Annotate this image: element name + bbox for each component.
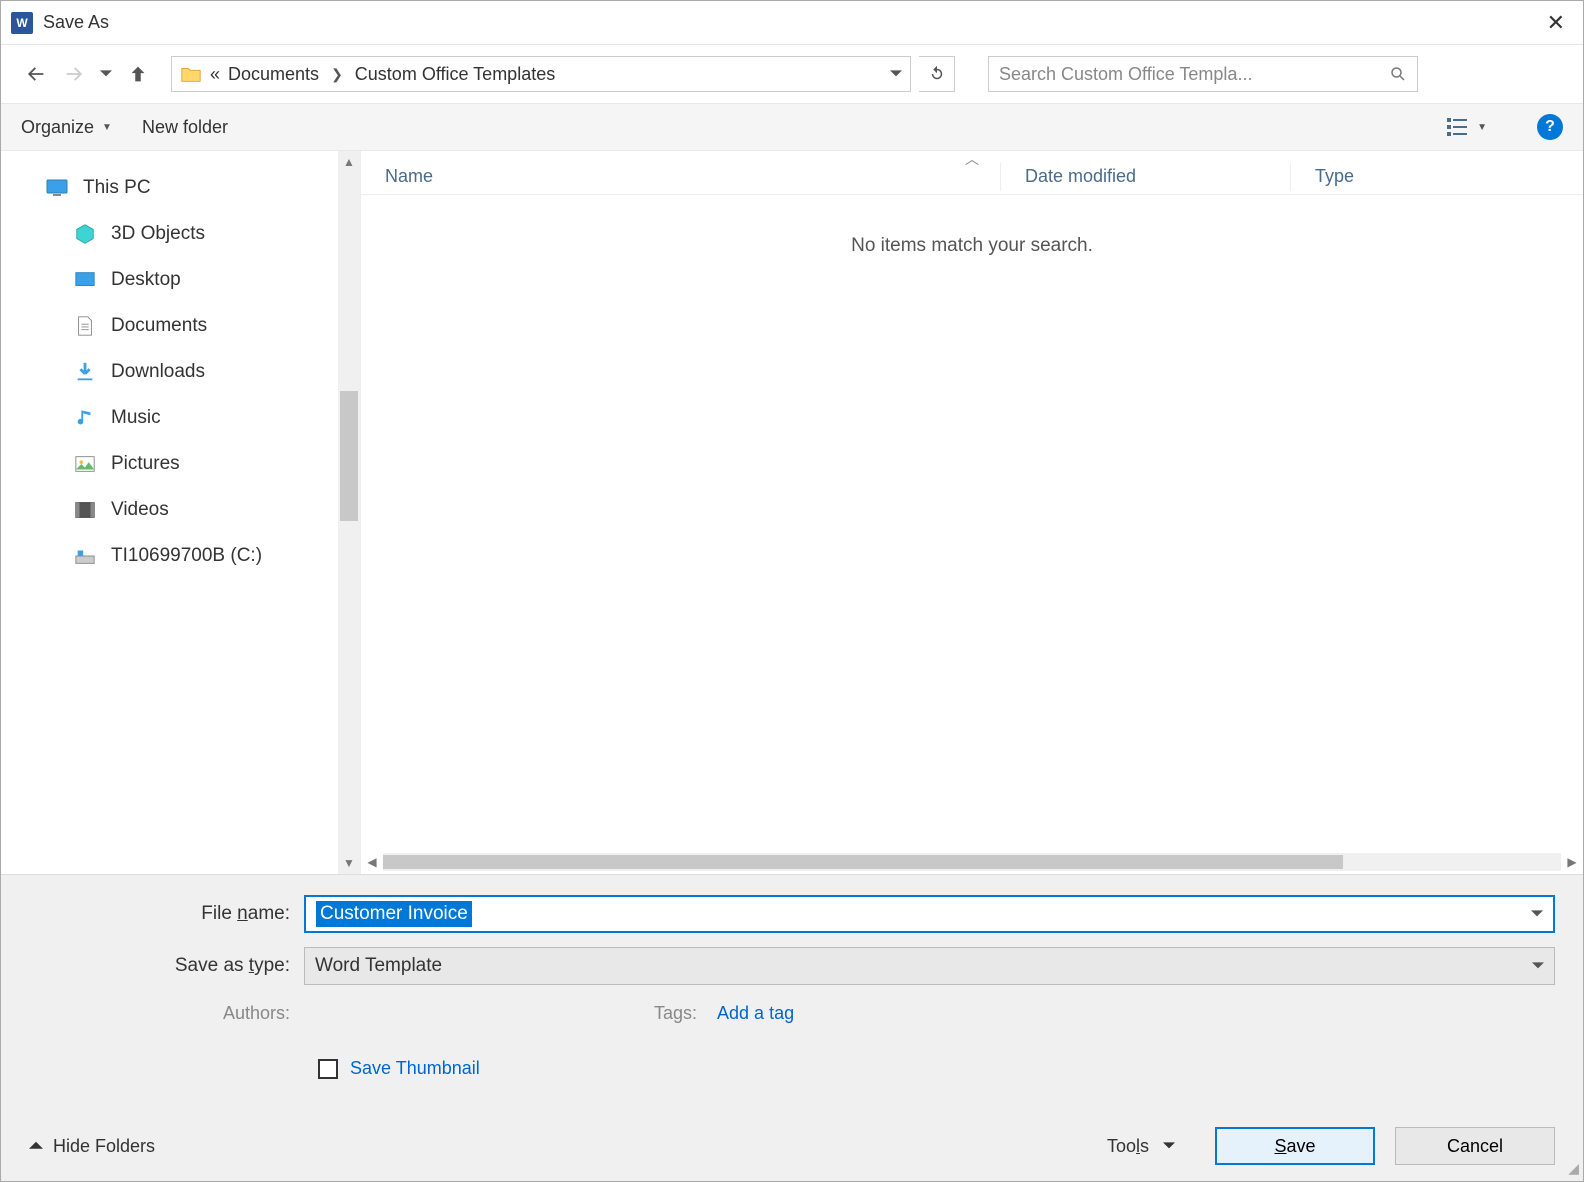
scroll-up-icon[interactable]: ▲	[338, 155, 360, 169]
breadcrumb-item[interactable]: Documents	[228, 64, 319, 85]
up-button[interactable]	[123, 59, 153, 89]
scroll-right-icon[interactable]: ▶	[1561, 855, 1583, 869]
filename-value: Customer Invoice	[316, 901, 472, 927]
forward-button[interactable]	[59, 59, 89, 89]
scroll-down-icon[interactable]: ▼	[338, 856, 360, 870]
scroll-thumb[interactable]	[383, 855, 1343, 869]
cube-icon	[73, 222, 97, 246]
tree-item-this-pc[interactable]: This PC	[1, 165, 338, 211]
file-list: ︿ Name Date modified Type No items match…	[361, 151, 1583, 874]
search-placeholder: Search Custom Office Templa...	[999, 64, 1252, 85]
type-combobox[interactable]: Word Template	[304, 947, 1555, 985]
empty-message: No items match your search.	[361, 235, 1583, 257]
sidebar-scrollbar[interactable]: ▲ ▼	[338, 151, 360, 874]
breadcrumb-separator-icon: ❯	[331, 66, 343, 83]
filename-label: File name:	[29, 903, 304, 925]
view-button[interactable]: ▼	[1447, 118, 1487, 136]
videos-icon	[73, 498, 97, 522]
type-value: Word Template	[315, 955, 442, 977]
tree-item[interactable]: 3D Objects	[1, 211, 338, 257]
tree-item[interactable]: Downloads	[1, 349, 338, 395]
breadcrumb-dropdown-icon[interactable]	[890, 68, 902, 80]
cancel-button[interactable]: Cancel	[1395, 1127, 1555, 1165]
search-icon	[1389, 65, 1407, 83]
collapse-tab-icon[interactable]: ︿	[965, 149, 979, 169]
folder-tree[interactable]: This PC 3D Objects Desktop Documents	[1, 151, 338, 874]
scroll-thumb[interactable]	[340, 391, 358, 521]
scroll-left-icon[interactable]: ◀	[361, 855, 383, 869]
chevron-down-icon	[1163, 1140, 1175, 1152]
back-button[interactable]	[21, 59, 51, 89]
chevron-up-icon	[29, 1139, 43, 1153]
music-icon	[73, 406, 97, 430]
bottom-panel: File name: Customer Invoice Save as type…	[1, 875, 1583, 1181]
tree-item[interactable]: Videos	[1, 487, 338, 533]
view-icon	[1447, 118, 1469, 136]
tree-item[interactable]: TI10699700B (C:)	[1, 533, 338, 579]
save-thumbnail-label[interactable]: Save Thumbnail	[350, 1058, 480, 1079]
tags-label: Tags:	[654, 1003, 697, 1024]
window-title: Save As	[43, 12, 1539, 33]
save-thumbnail-checkbox[interactable]	[318, 1059, 338, 1079]
recent-dropdown[interactable]	[97, 59, 115, 89]
nav-bar: « Documents ❯ Custom Office Templates Se…	[1, 45, 1583, 103]
toolbar: Organize ▼ New folder ▼ ?	[1, 103, 1583, 151]
chevron-down-icon: ▼	[1477, 122, 1487, 133]
column-name[interactable]: Name	[361, 163, 1001, 191]
pictures-icon	[73, 452, 97, 476]
column-date[interactable]: Date modified	[1001, 163, 1291, 191]
add-tag-link[interactable]: Add a tag	[717, 1003, 794, 1024]
tree-item[interactable]: Music	[1, 395, 338, 441]
horizontal-scrollbar[interactable]: ◀ ▶	[361, 850, 1583, 874]
chevron-down-icon[interactable]	[1532, 960, 1544, 972]
refresh-button[interactable]	[919, 56, 955, 92]
save-button[interactable]: Save	[1215, 1127, 1375, 1165]
tree-item[interactable]: Pictures	[1, 441, 338, 487]
help-button[interactable]: ?	[1537, 114, 1563, 140]
tree-item[interactable]: Desktop	[1, 257, 338, 303]
column-type[interactable]: Type	[1291, 163, 1583, 191]
sidebar: This PC 3D Objects Desktop Documents	[1, 151, 361, 874]
hide-folders-button[interactable]: Hide Folders	[29, 1136, 155, 1157]
breadcrumb[interactable]: « Documents ❯ Custom Office Templates	[171, 56, 911, 92]
search-input[interactable]: Search Custom Office Templa...	[988, 56, 1418, 92]
close-button[interactable]: ✕	[1539, 10, 1573, 36]
authors-label: Authors:	[29, 1003, 304, 1024]
filename-input[interactable]: Customer Invoice	[304, 895, 1555, 933]
tree-item[interactable]: Documents	[1, 303, 338, 349]
chevron-down-icon: ▼	[102, 122, 112, 133]
tools-button[interactable]: Tools	[1107, 1136, 1175, 1157]
document-icon	[73, 314, 97, 338]
download-icon	[73, 360, 97, 384]
drive-icon	[73, 544, 97, 568]
breadcrumb-prefix: «	[210, 64, 220, 85]
desktop-icon	[73, 268, 97, 292]
breadcrumb-item[interactable]: Custom Office Templates	[355, 64, 555, 85]
new-folder-button[interactable]: New folder	[142, 117, 228, 138]
main-area: This PC 3D Objects Desktop Documents	[1, 151, 1583, 875]
organize-button[interactable]: Organize ▼	[21, 117, 112, 138]
titlebar: W Save As ✕	[1, 1, 1583, 45]
chevron-down-icon[interactable]	[1531, 908, 1543, 920]
monitor-icon	[45, 176, 69, 200]
type-label: Save as type:	[29, 955, 304, 977]
folder-icon	[180, 63, 202, 85]
word-icon: W	[11, 12, 33, 34]
resize-grip-icon[interactable]: ◢	[1568, 1160, 1579, 1177]
